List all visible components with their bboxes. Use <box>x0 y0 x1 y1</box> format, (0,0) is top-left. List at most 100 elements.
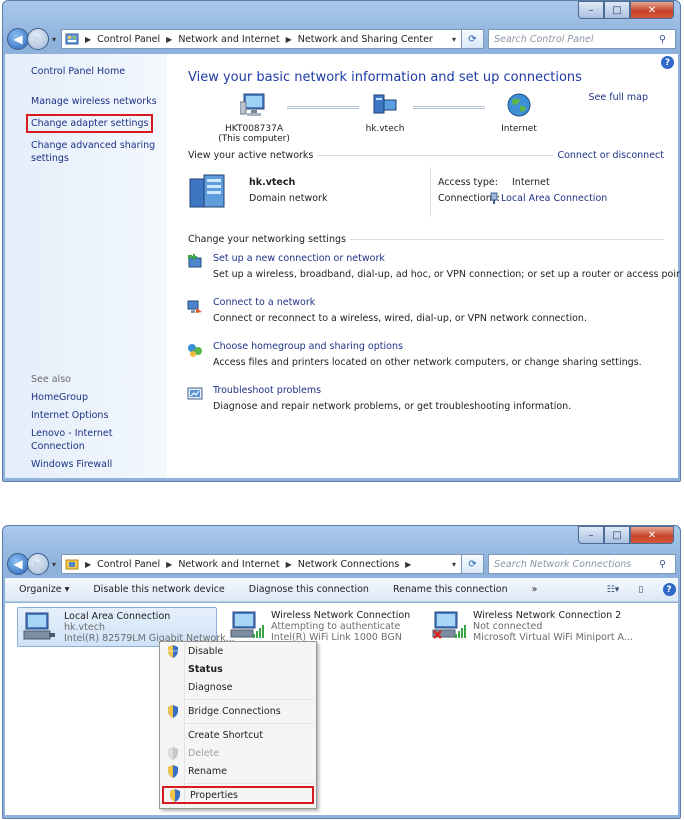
breadcrumb-control-panel[interactable]: Control Panel <box>97 559 160 570</box>
search-icon[interactable]: ⚲ <box>659 559 675 570</box>
change-adapter-settings-link[interactable]: Change adapter settings <box>26 114 154 133</box>
active-network-name: hk.vtech <box>249 177 296 188</box>
breadcrumb-control-panel[interactable]: Control Panel <box>97 34 160 45</box>
menu-item-status[interactable]: Status <box>162 660 314 678</box>
breadcrumb-arrow-icon[interactable]: ▶ <box>286 35 292 44</box>
see-full-map-link[interactable]: See full map <box>588 92 648 103</box>
map-computer-node: HKT008737A (This computer) <box>209 92 299 144</box>
active-networks-header: View your active networks Connect or dis… <box>188 150 664 161</box>
menu-item-diagnose[interactable]: Diagnose <box>162 678 314 696</box>
page-title: View your basic network information and … <box>188 70 582 85</box>
breadcrumb-arrow-icon[interactable]: ▶ <box>166 560 172 569</box>
search-input[interactable]: Search Network Connections ⚲ <box>488 554 676 574</box>
address-dropdown-icon[interactable]: ▾ <box>447 560 461 569</box>
refresh-button[interactable]: ⟳ <box>462 29 484 49</box>
breadcrumb-arrow-icon[interactable]: ▶ <box>166 35 172 44</box>
network-icon <box>373 94 397 114</box>
connection-name: Wireless Network Connection 2 <box>473 610 622 621</box>
change-advanced-sharing-link[interactable]: Change advanced sharing settings <box>31 139 167 165</box>
local-area-connection-link[interactable]: Local Area Connection <box>501 193 607 204</box>
breadcrumb-arrow-icon[interactable]: ▶ <box>85 35 91 44</box>
setup-new-connection-desc: Set up a wireless, broadband, dial-up, a… <box>213 269 681 280</box>
forward-button[interactable]: ▶ <box>27 28 49 50</box>
forward-button[interactable]: ▶ <box>27 553 49 575</box>
organize-button[interactable]: Organize ▾ <box>19 584 69 595</box>
minimize-button[interactable]: – <box>578 1 604 19</box>
breadcrumb-network-connections[interactable]: Network Connections <box>298 559 399 570</box>
wireless-network-connection-2-item[interactable]: Wireless Network Connection 2 Not connec… <box>427 607 655 647</box>
back-button[interactable]: ◀ <box>7 553 29 575</box>
manage-wireless-networks-link[interactable]: Manage wireless networks <box>31 95 167 108</box>
more-commands-button[interactable]: » <box>532 584 538 595</box>
homegroup-link[interactable]: HomeGroup <box>31 391 167 404</box>
network-sharing-center-window: – □ ✕ ◀ ▶ ▾ ▶ Control Panel ▶ Network an… <box>2 0 681 482</box>
menu-item-delete: Delete <box>162 744 314 762</box>
search-icon[interactable]: ⚲ <box>659 34 675 45</box>
recent-pages-icon[interactable]: ▾ <box>49 560 59 569</box>
disable-device-button[interactable]: Disable this network device <box>93 584 224 595</box>
minimize-button[interactable]: – <box>578 526 604 544</box>
command-bar: Organize ▾ Disable this network device D… <box>5 578 678 602</box>
breadcrumb-arrow-icon[interactable]: ▶ <box>405 560 411 569</box>
windows-firewall-link[interactable]: Windows Firewall <box>31 458 167 471</box>
address-bar[interactable]: ▶ Control Panel ▶ Network and Internet ▶… <box>61 29 462 49</box>
connection-adapter: Microsoft Virtual WiFi Miniport A... <box>473 632 633 643</box>
active-network-type[interactable]: Domain network <box>249 193 327 204</box>
menu-item-properties[interactable]: Properties <box>162 786 314 804</box>
homegroup-sharing-link[interactable]: Choose homegroup and sharing options <box>213 341 403 352</box>
uac-shield-icon <box>170 788 180 802</box>
back-button[interactable]: ◀ <box>7 28 29 50</box>
uac-shield-icon <box>168 644 178 658</box>
active-network-panel: hk.vtech Domain network Access type: Int… <box>188 167 648 221</box>
network-connections-window: – □ ✕ ◀ ▶ ▾ ▶ Control Panel ▶ Network an… <box>2 525 681 819</box>
setup-new-connection-link[interactable]: Set up a new connection or network <box>213 253 385 264</box>
search-placeholder: Search Network Connections <box>494 558 632 570</box>
control-panel-home-link[interactable]: Control Panel Home <box>31 66 167 77</box>
address-bar[interactable]: ▶ Control Panel ▶ Network and Internet ▶… <box>61 554 462 574</box>
computer-icon <box>239 93 265 116</box>
lenovo-internet-connection-link[interactable]: Lenovo - Internet Connection <box>31 427 167 453</box>
wireless-adapter-disconnected-icon <box>432 611 466 639</box>
rename-connection-button[interactable]: Rename this connection <box>393 584 508 595</box>
map-internet-node: Internet <box>487 92 551 134</box>
change-view-icon[interactable]: ☷▾ <box>604 583 622 597</box>
content-area: Control Panel Home Manage wireless netwo… <box>5 54 681 478</box>
refresh-button[interactable]: ⟳ <box>462 554 484 574</box>
recent-pages-icon[interactable]: ▾ <box>49 35 59 44</box>
breadcrumb-arrow-icon[interactable]: ▶ <box>85 560 91 569</box>
domain-network-icon <box>189 174 225 208</box>
search-placeholder: Search Control Panel <box>494 33 594 45</box>
troubleshoot-icon <box>187 387 203 400</box>
connection-status: Attempting to authenticate <box>271 621 401 632</box>
maximize-button[interactable]: □ <box>604 526 630 544</box>
ethernet-icon <box>490 192 498 204</box>
connect-or-disconnect-link[interactable]: Connect or disconnect <box>553 150 664 161</box>
uac-shield-disabled-icon <box>168 746 178 760</box>
breadcrumb-network-sharing-center[interactable]: Network and Sharing Center <box>298 34 433 45</box>
this-computer-label: (This computer) <box>218 134 290 144</box>
internet-label: Internet <box>501 124 537 134</box>
breadcrumb-arrow-icon[interactable]: ▶ <box>286 560 292 569</box>
breadcrumb-network-internet[interactable]: Network and Internet <box>178 559 279 570</box>
menu-item-disable[interactable]: Disable <box>162 642 314 660</box>
connection-status: Not connected <box>473 621 543 632</box>
breadcrumb-network-internet[interactable]: Network and Internet <box>178 34 279 45</box>
diagnose-connection-button[interactable]: Diagnose this connection <box>249 584 369 595</box>
internet-options-link[interactable]: Internet Options <box>31 409 167 422</box>
connect-to-network-link[interactable]: Connect to a network <box>213 297 315 308</box>
menu-item-bridge-connections[interactable]: Bridge Connections <box>162 702 314 720</box>
close-button[interactable]: ✕ <box>630 526 674 544</box>
close-button[interactable]: ✕ <box>630 1 674 19</box>
menu-item-rename[interactable]: Rename <box>162 762 314 780</box>
search-input[interactable]: Search Control Panel ⚲ <box>488 29 676 49</box>
help-icon[interactable]: ? <box>661 56 674 69</box>
preview-pane-icon[interactable]: ▯ <box>632 583 650 597</box>
access-type-value: Internet <box>512 177 550 188</box>
troubleshoot-problems-link[interactable]: Troubleshoot problems <box>213 385 321 396</box>
maximize-button[interactable]: □ <box>604 1 630 19</box>
help-icon[interactable]: ? <box>660 583 678 597</box>
uac-shield-icon <box>168 764 178 778</box>
address-dropdown-icon[interactable]: ▾ <box>447 35 461 44</box>
change-settings-label: Change your networking settings <box>188 234 346 245</box>
menu-item-create-shortcut[interactable]: Create Shortcut <box>162 726 314 744</box>
